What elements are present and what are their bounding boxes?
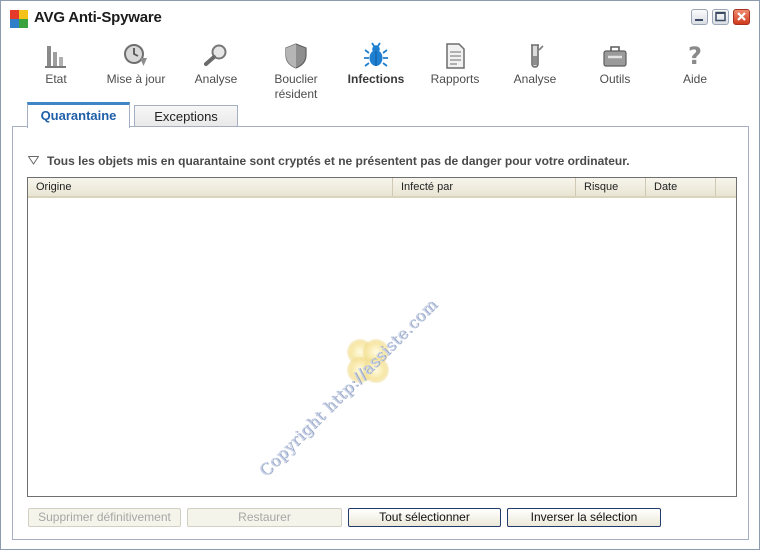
test-tube-icon <box>531 44 544 68</box>
select-all-button[interactable]: Tout sélectionner <box>348 508 501 527</box>
minimize-button[interactable] <box>691 9 708 25</box>
close-icon <box>737 12 746 21</box>
toolbar-item-bouclier-resident[interactable]: Bouclier résident <box>256 39 336 103</box>
info-text: Tous les objets mis en quarantaine sont … <box>47 154 630 168</box>
tab-quarantaine[interactable]: Quarantaine <box>27 102 130 128</box>
toolbar-label: Analyse <box>513 72 557 86</box>
column-header-origine[interactable]: Origine <box>28 178 393 196</box>
watermark-text: Copyright http://assiste.com <box>255 294 441 481</box>
watermark: Copyright http://assiste.com <box>208 248 508 496</box>
toolbox-icon <box>603 46 627 67</box>
magnifier-icon <box>204 44 227 66</box>
minimize-icon <box>695 19 703 21</box>
status-bars-icon <box>45 46 66 68</box>
toolbar-label: Etat <box>45 72 67 86</box>
avg-logo-icon <box>10 10 28 28</box>
collapse-arrow-icon[interactable] <box>28 156 39 165</box>
toolbar-label: Aide <box>682 72 708 86</box>
toolbar-label: Bouclier résident <box>274 72 318 101</box>
update-clock-icon <box>124 44 147 66</box>
close-button[interactable] <box>733 9 750 25</box>
toolbar-label: Mise à jour <box>106 72 166 86</box>
quarantine-panel: Tous les objets mis en quarantaine sont … <box>12 126 749 540</box>
toolbar-label: Analyse <box>194 72 238 86</box>
toolbar-item-analyse[interactable]: Analyse <box>176 39 256 103</box>
clover-watermark-icon <box>347 339 389 383</box>
toolbar-item-mise-a-jour[interactable]: Mise à jour <box>96 39 176 103</box>
invert-selection-button[interactable]: Inverser la sélection <box>507 508 661 527</box>
svg-text:?: ? <box>688 42 702 70</box>
maximize-button[interactable] <box>712 9 729 25</box>
restore-button[interactable]: Restaurer <box>187 508 342 527</box>
delete-permanently-button[interactable]: Supprimer définitivement <box>28 508 181 527</box>
maximize-icon <box>715 11 726 22</box>
report-document-icon <box>446 43 465 69</box>
toolbar-item-aide[interactable]: ? Aide <box>655 39 735 103</box>
toolbar-item-infections[interactable]: Infections <box>336 39 416 103</box>
toolbar-item-etat[interactable]: Etat <box>16 39 96 103</box>
tab-exceptions[interactable]: Exceptions <box>134 105 238 127</box>
toolbar-item-outils[interactable]: Outils <box>575 39 655 103</box>
title-bar[interactable]: AVG Anti-Spyware <box>1 1 759 35</box>
toolbar-item-rapports[interactable]: Rapports <box>415 39 495 103</box>
bug-icon <box>364 42 388 67</box>
shield-icon <box>285 43 307 69</box>
column-header-risque[interactable]: Risque <box>576 178 646 196</box>
column-header-infecte-par[interactable]: Infecté par <box>393 178 576 196</box>
app-window: AVG Anti-Spyware Etat Mise à jour Analys… <box>0 0 760 550</box>
toolbar-label: Outils <box>599 72 631 86</box>
toolbar-item-analyse-2[interactable]: Analyse <box>495 39 575 103</box>
table-header: Origine Infecté par Risque Date <box>28 178 736 198</box>
quarantine-table[interactable]: Origine Infecté par Risque Date Copyrigh… <box>27 177 737 497</box>
app-title: AVG Anti-Spyware <box>34 9 162 26</box>
toolbar-label: Infections <box>347 72 405 86</box>
help-question-icon: ? <box>688 42 702 70</box>
column-header-date[interactable]: Date <box>646 178 716 196</box>
toolbar-label: Rapports <box>430 72 480 86</box>
main-toolbar: Etat Mise à jour Analyse Bouclier réside… <box>1 39 759 103</box>
